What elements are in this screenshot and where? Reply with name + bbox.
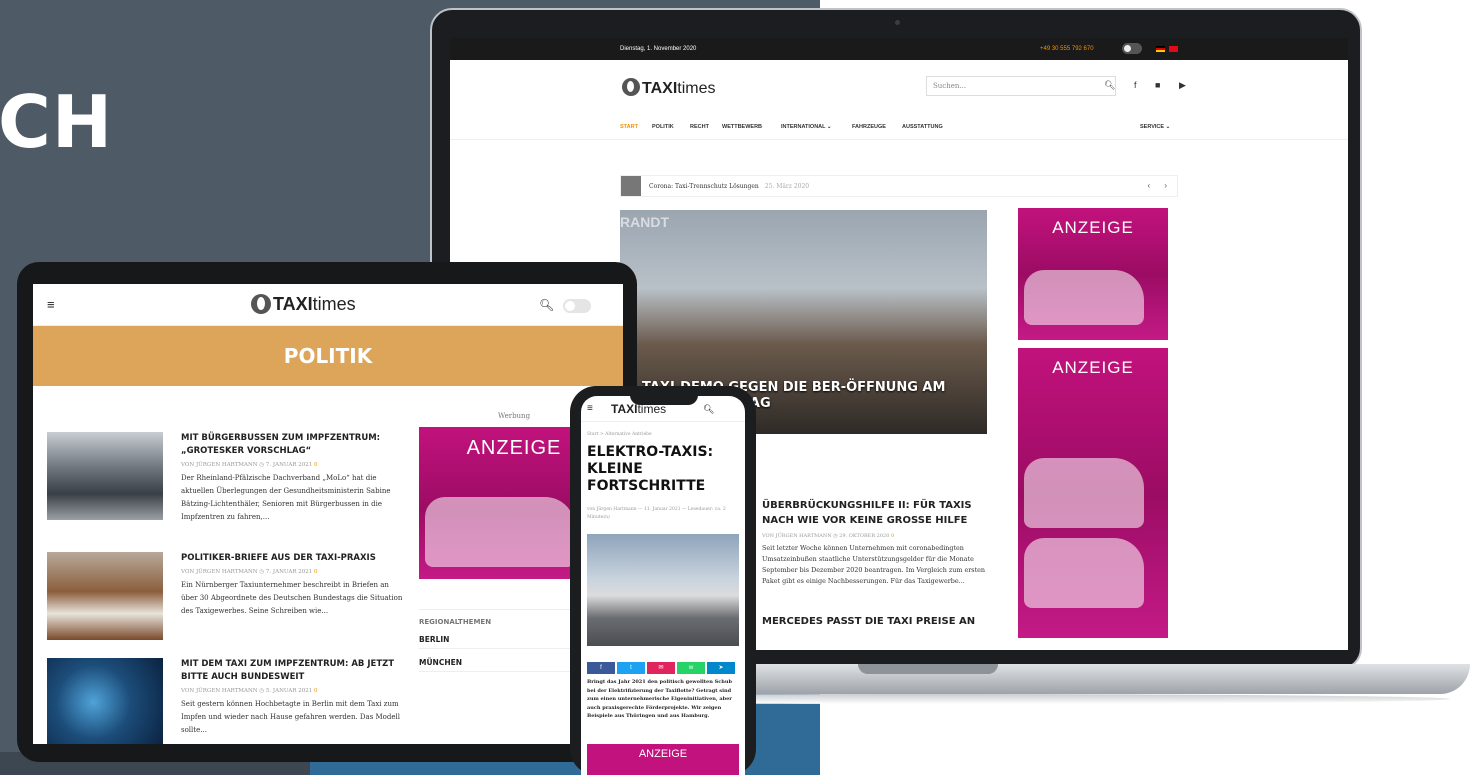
facebook-share-button[interactable]: f [587, 662, 615, 674]
hamburger-menu-icon[interactable]: ≡ [47, 297, 55, 312]
taxi-car-image [1024, 458, 1144, 528]
taxi-car-image [1024, 270, 1144, 325]
share-buttons: f t ✉ w ➤ [587, 656, 739, 674]
ticker-date: 25. März 2020 [764, 183, 810, 190]
laptop-camera [895, 20, 900, 25]
comment-count[interactable]: 0 [314, 462, 318, 468]
phone-number[interactable]: +49 30 555 792 670 [1040, 46, 1094, 52]
search-icon[interactable]: 🔍︎ [703, 404, 714, 415]
main-navigation: START POLITIK RECHT WETTBEWERB INTERNATI… [450, 118, 1348, 140]
comment-count[interactable]: 0 [314, 688, 318, 694]
turkish-flag-icon[interactable] [1169, 46, 1178, 52]
phone-screen: ≡ TAXItimes 🔍︎ Start > Alternative Antri… [581, 396, 745, 775]
article-thumbnail[interactable] [47, 432, 163, 520]
breadcrumb[interactable]: Start > Alternative Antriebe [587, 432, 652, 437]
article-photo[interactable] [587, 534, 739, 646]
social-icons[interactable]: f ■ ▶ [1134, 80, 1194, 91]
site-header: TAXItimes Suchen... 🔍︎ f ■ ▶ [450, 60, 1348, 112]
search-icon[interactable]: 🔍︎ [1104, 80, 1115, 91]
phone-notch [630, 391, 698, 405]
ticker-headline[interactable]: Corona: Taxi-Trennschutz Lösungen [649, 183, 759, 190]
ticker-icon [621, 176, 641, 196]
globe-icon [251, 294, 271, 314]
telegram-share-button[interactable]: ➤ [707, 662, 735, 674]
top-bar: Dienstag, 1. November 2020 +49 30 555 79… [450, 38, 1348, 60]
article-card[interactable]: ÜBERBRÜCKUNGSHILFE II: FÜR TAXIS NACH WI… [762, 498, 992, 587]
article-meta: VON JÜRGEN HARTMANN ◷ 7. JANUAR 2021 0 [181, 569, 318, 575]
advertisement[interactable]: ANZEIGE [587, 744, 739, 775]
current-date: Dienstag, 1. November 2020 [620, 46, 697, 52]
list-item[interactable]: POLITIKER-BRIEFE AUS DER TAXI-PRAXIS VON… [47, 552, 407, 644]
german-flag-icon[interactable] [1156, 46, 1165, 52]
hero-image-label: RANDT [620, 214, 669, 230]
site-logo[interactable]: TAXItimes [622, 78, 716, 98]
article-excerpt: Ein Nürnberger Taxiunternehmer beschreib… [181, 581, 403, 615]
list-item[interactable]: MIT BÜRGERBUSSEN ZUM IMPFZENTRUM: „GROTE… [47, 432, 407, 524]
nav-item-fahrzeuge[interactable]: FAHRZEUGE [852, 124, 886, 130]
email-share-button[interactable]: ✉ [647, 662, 675, 674]
search-input[interactable]: Suchen... [926, 76, 1116, 96]
comment-count[interactable]: 0 [891, 533, 894, 539]
nav-item-wettbewerb[interactable]: WETTBEWERB [722, 124, 762, 130]
advertisement-2[interactable]: ANZEIGE [1018, 348, 1168, 638]
article-title[interactable]: MERCEDES PASST DIE TAXI PREISE AN [762, 616, 1002, 627]
article-title[interactable]: POLITIKER-BRIEFE AUS DER TAXI-PRAXIS [181, 552, 407, 565]
ad-label: ANZEIGE [1052, 218, 1134, 237]
article-meta: von Jürgen Hartmann — 11. Januar 2021 — … [587, 507, 726, 520]
article-title[interactable]: MIT BÜRGERBUSSEN ZUM IMPFZENTRUM: „GROTE… [181, 432, 407, 458]
article-title[interactable]: ÜBERBRÜCKUNGSHILFE II: FÜR TAXIS NACH WI… [762, 498, 992, 528]
ticker-arrows[interactable]: ‹ › [1147, 181, 1173, 190]
article-meta: VON JÜRGEN HARTMANN ◷ 5. JANUAR 2021 0 [181, 688, 318, 694]
globe-icon [622, 78, 640, 96]
dark-mode-toggle[interactable] [563, 299, 591, 313]
hamburger-menu-icon[interactable]: ≡ [587, 403, 593, 414]
nav-item-recht[interactable]: RECHT [690, 124, 709, 130]
article-excerpt: Seit letzter Woche können Unternehmen mi… [762, 544, 986, 585]
taxi-car-image [425, 497, 575, 567]
site-logo[interactable]: TAXItimes [251, 294, 356, 315]
news-ticker[interactable]: Corona: Taxi-Trennschutz Lösungen 25. Mär… [620, 175, 1178, 197]
tablet-screen: ≡ TAXItimes 🔍︎ POLITIK MIT BÜRGERBUSSEN … [33, 284, 623, 744]
article-meta: VON JÜRGEN HARTMANN ◷ 29. OKTOBER 2020 0 [762, 533, 895, 539]
tablet-header: ≡ TAXItimes 🔍︎ [33, 284, 623, 326]
nav-item-politik[interactable]: POLITIK [652, 124, 674, 130]
article-thumbnail[interactable] [47, 552, 163, 640]
nav-item-service[interactable]: SERVICE ⌄ [1140, 124, 1170, 130]
twitter-share-button[interactable]: t [617, 662, 645, 674]
nav-item-ausstattung[interactable]: AUSSTATTUNG [902, 124, 943, 130]
nav-item-start[interactable]: START [620, 124, 638, 130]
ad-label: ANZEIGE [1052, 358, 1134, 377]
taxi-car-image [1024, 538, 1144, 608]
advertisement-1[interactable]: ANZEIGE [1018, 208, 1168, 340]
article-thumbnail[interactable] [47, 658, 163, 744]
nav-item-international[interactable]: INTERNATIONAL ⌄ [781, 124, 832, 130]
article-meta: VON JÜRGEN HARTMANN ◷ 7. JANUAR 2021 0 [181, 462, 318, 468]
article-excerpt: Der Rheinland-Pfälzische Dachverband „Mo… [181, 474, 391, 521]
dark-mode-toggle[interactable] [1122, 43, 1142, 54]
category-banner: POLITIK [33, 326, 623, 386]
comment-count[interactable]: 0 [314, 569, 318, 575]
article-body: Bringt das Jahr 2021 den politisch gewol… [587, 679, 733, 719]
search-icon[interactable]: 🔍︎ [539, 298, 554, 312]
article-excerpt: Seit gestern können Hochbetagte in Berli… [181, 700, 400, 734]
hero-headline: CH [0, 80, 114, 164]
whatsapp-share-button[interactable]: w [677, 662, 705, 674]
article-title: ELEKTRO-TAXIS: KLEINE FORTSCHRITTE [587, 444, 714, 494]
article-title[interactable]: MIT DEM TAXI ZUM IMPFZENTRUM: AB JETZT B… [181, 658, 407, 684]
laptop-notch [858, 664, 998, 674]
list-item[interactable]: MIT DEM TAXI ZUM IMPFZENTRUM: AB JETZT B… [47, 658, 407, 744]
